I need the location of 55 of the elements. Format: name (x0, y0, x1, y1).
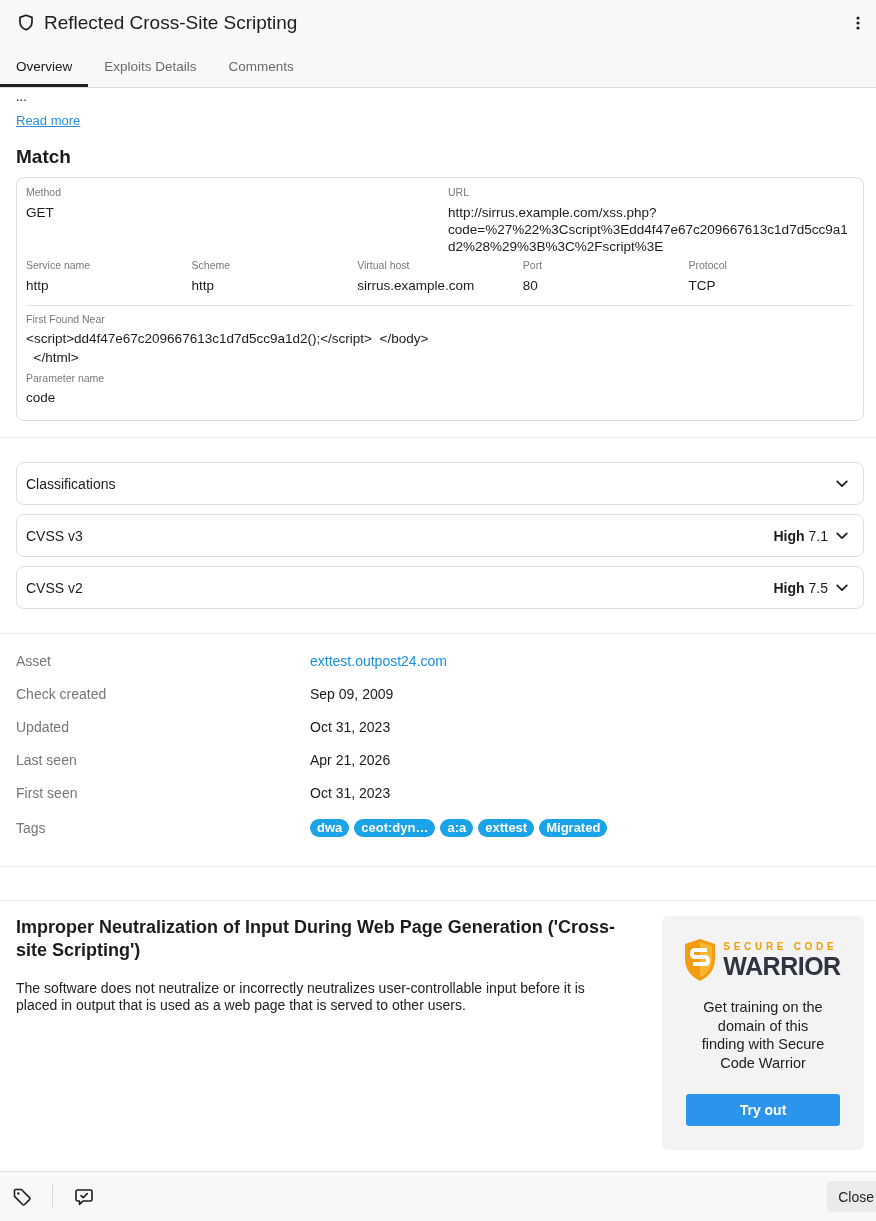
field-value: http (191, 277, 215, 294)
detail-label: Asset (16, 652, 51, 669)
brand-name: WARRIOR (723, 953, 841, 979)
brand-tagline: SECURE CODE (723, 941, 839, 953)
field-label: Port (522, 258, 543, 272)
asset-link[interactable]: exttest.outpost24.com (310, 652, 447, 669)
field-label: Scheme (191, 258, 231, 272)
tag-pill: Migrated (539, 819, 608, 837)
field-value: sirrus.example.com (357, 277, 475, 294)
tag-icon[interactable] (12, 1186, 32, 1207)
tab[interactable]: Comments (212, 45, 310, 87)
field-label: Service name (26, 258, 91, 272)
detail-label: Updated (16, 718, 69, 735)
tag-pill: a:a (440, 819, 474, 837)
accordion-header[interactable]: Classifications (16, 462, 864, 505)
detail-value: Sep 09, 2009 (310, 685, 394, 702)
field-value: GET (26, 204, 54, 221)
accordion-header[interactable]: CVSS v2 High 7.5 (16, 566, 864, 609)
tag-pill: exttest (478, 819, 535, 837)
more-icon[interactable] (856, 15, 860, 30)
field-value: TCP (688, 277, 716, 294)
field-value: code (26, 389, 56, 407)
field-value: http://sirrus.example.com/xss.php?code=%27%22%3Cscript%3Edd4f47e67c209667613c1d7d5cc9a1d2%28%29%3B%3C%2Fscript%3E (448, 204, 849, 255)
detail-label: Check created (16, 685, 107, 702)
detail-label: Last seen (16, 751, 77, 768)
section-heading: Match (16, 146, 71, 168)
comment-check-icon[interactable] (74, 1186, 94, 1207)
detail-label: Tags (16, 820, 46, 836)
tag-pill: ceot:dyn… (354, 819, 436, 837)
detail-value: Apr 21, 2026 (310, 751, 391, 768)
read-more-link[interactable]: Read more (16, 113, 81, 129)
field-label: First Found Near (26, 312, 105, 326)
finding-title: Reflected Cross-Site Scripting (44, 11, 298, 34)
detail-label: First seen (16, 784, 78, 801)
shield-icon (18, 14, 34, 31)
shield-logo-icon (685, 939, 716, 981)
detail-value: Oct 31, 2023 (310, 784, 391, 801)
tag-pill: dwa (310, 819, 350, 837)
field-label: URL (448, 185, 469, 199)
field-label: Parameter name (26, 371, 105, 385)
close-button[interactable]: Close (827, 1181, 876, 1212)
weakness-description: The software does not neutralize or incorrectly neutralizes user-controllable input before it is placed in output that is used as a web page that is served to other users. (16, 980, 586, 1014)
field-value: 80 (522, 277, 538, 294)
field-label: Protocol (688, 258, 727, 272)
weakness-title: Improper Neutralization of Input During Web Page Generation ('Cross-site Scripting') (16, 916, 616, 962)
description-excerpt: ... (16, 89, 27, 105)
field-label: Method (26, 185, 62, 199)
detail-value: Oct 31, 2023 (310, 718, 391, 735)
training-text: Get training on the domain of this finding with Secure Code Warrior (700, 998, 826, 1072)
field-value: http (26, 277, 49, 294)
tab[interactable]: Overview (0, 45, 89, 87)
accordion-header[interactable]: CVSS v3 High 7.1 (16, 514, 864, 557)
field-label: Virtual host (357, 258, 410, 272)
tab[interactable]: Exploits Details (88, 45, 213, 87)
field-value: <script>dd4f47e67c209667613c1d7d5cc9a1d2();</script> </body> </html> (26, 330, 429, 367)
